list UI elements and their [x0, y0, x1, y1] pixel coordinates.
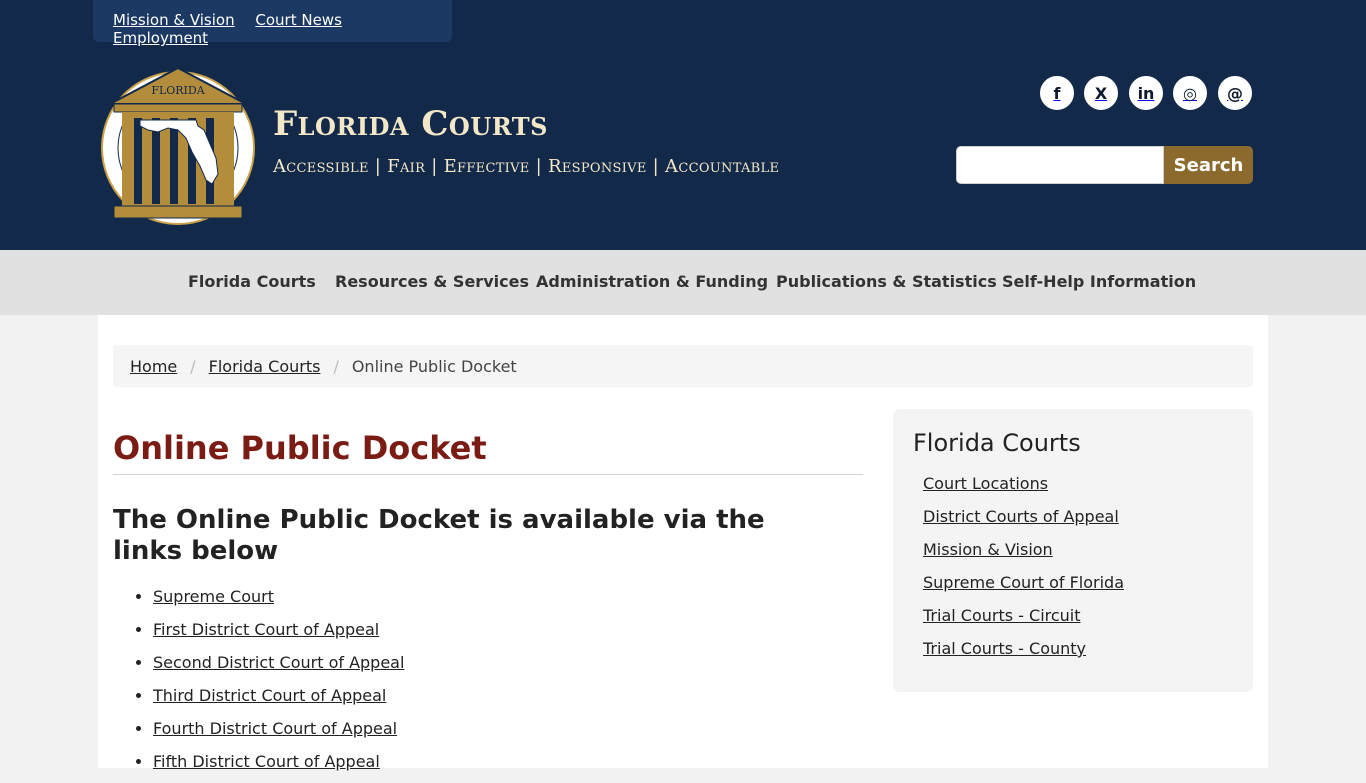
site-header: Mission & Vision Court News Employment F…: [0, 0, 1366, 250]
breadcrumb: Home / Florida Courts / Online Public Docket: [113, 345, 1253, 387]
link-second-dca[interactable]: Second District Court of Appeal: [153, 653, 404, 672]
nav-resources-services[interactable]: Resources & Services: [335, 272, 529, 291]
list-item: Third District Court of Appeal: [153, 684, 404, 717]
list-item: Second District Court of Appeal: [153, 651, 404, 684]
nav-administration-funding[interactable]: Administration & Funding: [536, 272, 768, 291]
utility-nav: Mission & Vision Court News Employment: [93, 0, 452, 47]
search-button[interactable]: Search: [1164, 146, 1253, 184]
instagram-icon[interactable]: ◎: [1173, 76, 1207, 110]
page-subheading: The Online Public Docket is available vi…: [113, 505, 765, 566]
sidebar-title: Florida Courts: [913, 429, 1081, 457]
main-content: Home / Florida Courts / Online Public Docket…: [98, 315, 1268, 771]
page-title: Online Public Docket: [113, 429, 487, 467]
sidebar-link-court-locations[interactable]: Court Locations: [923, 467, 1233, 500]
sidebar-link-dca[interactable]: District Courts of Appeal: [923, 500, 1233, 533]
list-item: Supreme Court: [153, 585, 404, 618]
nav-publications-statistics[interactable]: Publications & Statistics: [776, 272, 997, 291]
nav-self-help[interactable]: Self-Help Information: [1002, 272, 1196, 291]
sidebar: Florida Courts Court Locations District …: [893, 409, 1253, 692]
sidebar-link-supreme-court[interactable]: Supreme Court of Florida: [923, 566, 1233, 599]
sidebar-link-mission[interactable]: Mission & Vision: [923, 533, 1233, 566]
breadcrumb-florida-courts[interactable]: Florida Courts: [209, 357, 321, 376]
breadcrumb-home[interactable]: Home: [130, 357, 177, 376]
x-icon[interactable]: X: [1084, 76, 1118, 110]
link-fourth-dca[interactable]: Fourth District Court of Appeal: [153, 719, 397, 738]
search-input[interactable]: [956, 146, 1164, 184]
breadcrumb-separator: /: [333, 357, 339, 376]
linkedin-icon[interactable]: in: [1129, 76, 1163, 110]
docket-link-list: Supreme Court First District Court of Ap…: [135, 585, 404, 783]
site-logo[interactable]: FLORIDA: [100, 66, 256, 226]
title-divider: [113, 474, 863, 475]
utility-link-mission[interactable]: Mission & Vision: [113, 11, 235, 29]
list-item: Fifth District Court of Appeal: [153, 750, 404, 783]
list-item: First District Court of Appeal: [153, 618, 404, 651]
link-fifth-dca[interactable]: Fifth District Court of Appeal: [153, 752, 380, 771]
link-first-dca[interactable]: First District Court of Appeal: [153, 620, 379, 639]
list-item: Fourth District Court of Appeal: [153, 717, 404, 750]
site-title[interactable]: Florida Courts: [273, 104, 548, 144]
utility-link-court-news[interactable]: Court News: [255, 11, 342, 29]
link-third-dca[interactable]: Third District Court of Appeal: [153, 686, 386, 705]
svg-text:FLORIDA: FLORIDA: [151, 84, 205, 97]
sidebar-link-trial-circuit[interactable]: Trial Courts - Circuit: [923, 599, 1233, 632]
breadcrumb-separator: /: [190, 357, 196, 376]
nav-florida-courts[interactable]: Florida Courts: [188, 272, 316, 291]
facebook-icon[interactable]: f: [1040, 76, 1074, 110]
threads-icon[interactable]: @: [1218, 76, 1252, 110]
utility-link-employment[interactable]: Employment: [113, 29, 208, 47]
sidebar-link-trial-county[interactable]: Trial Courts - County: [923, 632, 1233, 665]
main-nav: Florida Courts Resources & Services Admi…: [0, 250, 1366, 315]
site-tagline: Accessible | Fair | Effective | Responsi…: [273, 156, 780, 177]
link-supreme-court[interactable]: Supreme Court: [153, 587, 274, 606]
breadcrumb-current: Online Public Docket: [351, 357, 517, 376]
